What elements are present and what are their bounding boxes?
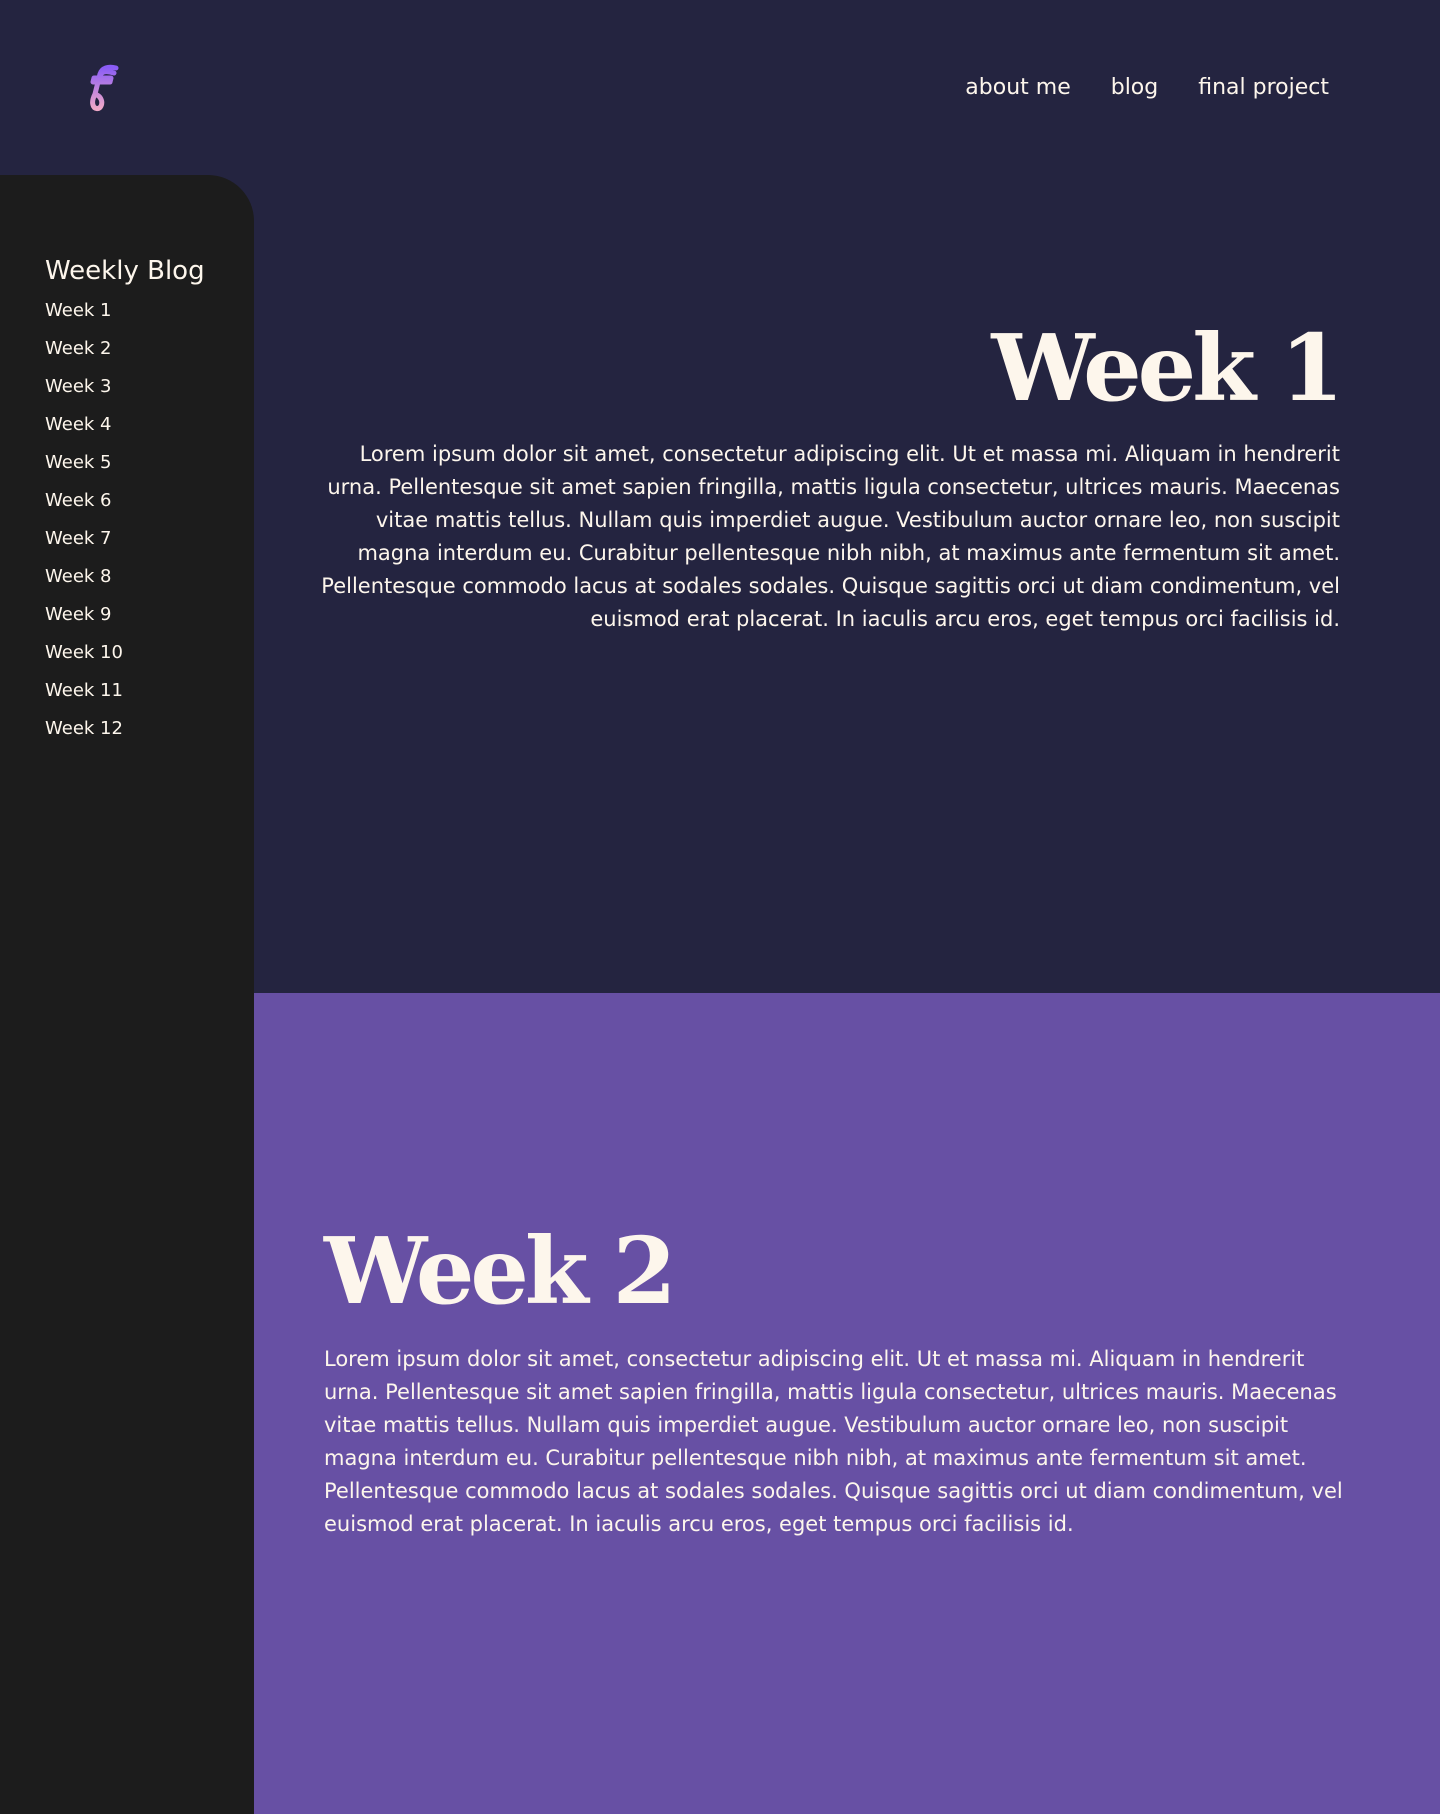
sidebar-item-week-1[interactable]: Week 1 [45,299,123,337]
nav-final-project[interactable]: final project [1198,70,1329,106]
sidebar-item-week-7[interactable]: Week 7 [45,527,123,565]
sidebar-item-week-2[interactable]: Week 2 [45,337,123,375]
site-header: about me blog final project [0,0,1440,175]
f-monogram-logo-icon[interactable] [86,64,120,112]
week-1-title: Week 1 [991,314,1344,422]
sidebar-item-week-10[interactable]: Week 10 [45,641,123,679]
week-2-title: Week 2 [324,1217,677,1325]
nav-about-me[interactable]: about me [965,70,1070,106]
main-nav: about me blog final project [965,70,1329,106]
week-2-section: Week 2 Lorem ipsum dolor sit amet, conse… [254,993,1440,1814]
sidebar-item-week-6[interactable]: Week 6 [45,489,123,527]
sidebar-item-week-4[interactable]: Week 4 [45,413,123,451]
sidebar-item-week-3[interactable]: Week 3 [45,375,123,413]
week-2-body: Lorem ipsum dolor sit amet, consectetur … [324,1347,1343,1536]
nav-blog[interactable]: blog [1111,70,1159,106]
week-1-section: Week 1 Lorem ipsum dolor sit amet, conse… [254,175,1440,993]
week-1-body: Lorem ipsum dolor sit amet, consectetur … [321,442,1340,631]
sidebar-item-week-5[interactable]: Week 5 [45,451,123,489]
sidebar-item-week-8[interactable]: Week 8 [45,565,123,603]
sidebar-item-week-12[interactable]: Week 12 [45,717,123,755]
sidebar-title: Weekly Blog [45,256,205,286]
sidebar-item-week-9[interactable]: Week 9 [45,603,123,641]
sidebar: Weekly Blog Week 1 Week 2 Week 3 Week 4 … [0,175,254,1814]
sidebar-week-list: Week 1 Week 2 Week 3 Week 4 Week 5 Week … [45,299,123,755]
sidebar-item-week-11[interactable]: Week 11 [45,679,123,717]
